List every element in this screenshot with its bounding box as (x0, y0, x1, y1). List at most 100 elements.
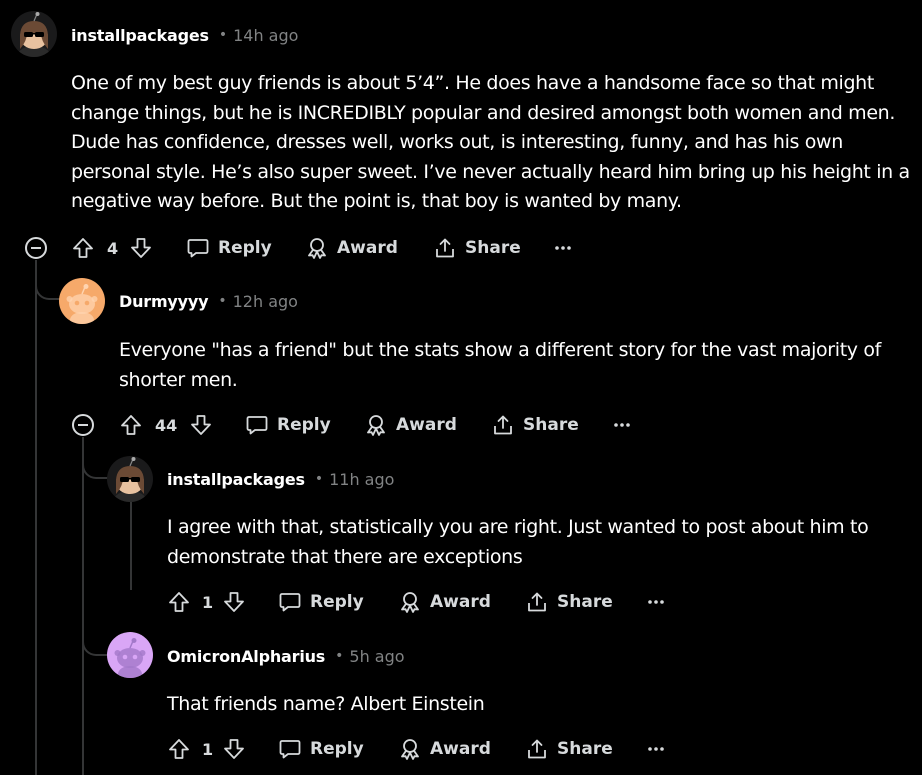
username[interactable]: Durmyyyy (119, 292, 209, 311)
share-button[interactable]: Share (433, 228, 521, 268)
reply-button[interactable]: Reply (278, 582, 364, 622)
comment-header: OmicronAlpharius • 5h ago (167, 644, 405, 668)
upvote-arrow-icon (167, 737, 191, 761)
comment-actions: 1 Reply Award Share (167, 729, 687, 769)
avatar[interactable] (59, 278, 105, 324)
downvote-arrow-icon (189, 413, 213, 437)
user-avatar-icon (107, 632, 153, 678)
share-label: Share (557, 739, 613, 759)
award-ribbon-icon (364, 413, 388, 437)
timestamp[interactable]: 5h ago (349, 647, 404, 666)
avatar[interactable] (107, 632, 153, 678)
comment-line: negative way before. But the point is, t… (71, 190, 682, 213)
award-label: Award (430, 592, 491, 612)
more-options-button[interactable] (610, 405, 634, 445)
ellipsis-icon (644, 737, 668, 761)
comment-thread: installpackages • 14h ago One of my best… (0, 0, 922, 775)
upvote-button[interactable] (167, 582, 191, 622)
comment-header: installpackages • 14h ago (71, 23, 298, 47)
thread-connector (82, 480, 108, 656)
timestamp[interactable]: 12h ago (233, 292, 298, 311)
share-upload-icon (525, 590, 549, 614)
more-options-button[interactable] (644, 582, 668, 622)
comment-line: personal style. He’s also super sweet. I… (71, 160, 910, 183)
more-options-button[interactable] (551, 228, 575, 268)
award-label: Award (337, 238, 398, 258)
upvote-arrow-icon (167, 590, 191, 614)
share-button[interactable]: Share (525, 582, 613, 622)
ellipsis-icon (644, 590, 668, 614)
speech-bubble-icon (245, 413, 269, 437)
separator-dot: • (218, 27, 228, 43)
separator-dot: • (218, 293, 227, 309)
vote-count: 44 (155, 415, 178, 435)
award-button[interactable]: Award (398, 729, 491, 769)
award-ribbon-icon (398, 737, 422, 761)
share-upload-icon (491, 413, 515, 437)
timestamp[interactable]: 14h ago (233, 26, 298, 45)
award-label: Award (396, 415, 457, 435)
thread-line-root[interactable] (35, 260, 37, 775)
share-button[interactable]: Share (491, 405, 579, 445)
vote-count: 1 (202, 592, 214, 612)
reply-label: Reply (218, 238, 272, 258)
award-button[interactable]: Award (398, 582, 491, 622)
award-ribbon-icon (305, 236, 329, 260)
user-avatar-icon (107, 456, 153, 502)
speech-bubble-icon (186, 236, 210, 260)
thread-line-level-3[interactable] (130, 502, 132, 590)
award-label: Award (430, 739, 491, 759)
avatar[interactable] (107, 456, 153, 502)
share-label: Share (557, 592, 613, 612)
minus-circle-icon (31, 247, 41, 249)
comment-line: Everyone "has a friend" but the stats sh… (119, 339, 881, 361)
comment-actions: 4 Reply Award Share (71, 228, 591, 268)
comment-line: That friends name? Albert Einstein (167, 693, 485, 715)
award-button[interactable]: Award (305, 228, 398, 268)
vote-count: 1 (202, 739, 214, 759)
avatar[interactable] (11, 11, 57, 57)
comment-line: change things, but he is INCREDIBLY popu… (71, 101, 896, 124)
minus-circle-icon (78, 424, 88, 426)
upvote-button[interactable] (167, 729, 191, 769)
ellipsis-icon (610, 413, 634, 437)
reply-label: Reply (277, 415, 331, 435)
award-button[interactable]: Award (364, 405, 457, 445)
comment-body: Everyone "has a friend" but the stats sh… (119, 336, 881, 395)
comment-actions: 1 Reply Award Share (167, 582, 687, 622)
collapse-button[interactable] (25, 237, 47, 259)
downvote-button[interactable] (222, 582, 246, 622)
reply-label: Reply (310, 739, 364, 759)
reply-label: Reply (310, 592, 364, 612)
share-label: Share (465, 238, 521, 258)
collapse-button[interactable] (72, 414, 94, 436)
downvote-button[interactable] (129, 228, 153, 268)
thread-connector (35, 262, 61, 300)
share-button[interactable]: Share (525, 729, 613, 769)
downvote-button[interactable] (189, 405, 213, 445)
username[interactable]: installpackages (167, 470, 305, 489)
speech-bubble-icon (278, 590, 302, 614)
share-upload-icon (525, 737, 549, 761)
timestamp[interactable]: 11h ago (329, 470, 394, 489)
username[interactable]: installpackages (71, 26, 209, 45)
upvote-button[interactable] (119, 405, 143, 445)
downvote-arrow-icon (129, 236, 153, 260)
comment-body: That friends name? Albert Einstein (167, 690, 485, 720)
user-avatar-icon (11, 11, 57, 57)
comment-actions: 44 Reply Award Share (119, 405, 639, 445)
downvote-button[interactable] (222, 729, 246, 769)
award-ribbon-icon (398, 590, 422, 614)
user-avatar-icon (59, 278, 105, 324)
more-options-button[interactable] (644, 729, 668, 769)
comment-header: installpackages • 11h ago (167, 467, 394, 491)
comment-line: One of my best guy friends is about 5’4”… (71, 72, 874, 94)
comment-header: Durmyyyy • 12h ago (119, 289, 298, 313)
reply-button[interactable]: Reply (278, 729, 364, 769)
separator-dot: • (314, 471, 324, 487)
upvote-button[interactable] (71, 228, 95, 268)
share-label: Share (523, 415, 579, 435)
username[interactable]: OmicronAlpharius (167, 647, 325, 666)
reply-button[interactable]: Reply (186, 228, 272, 268)
reply-button[interactable]: Reply (245, 405, 331, 445)
